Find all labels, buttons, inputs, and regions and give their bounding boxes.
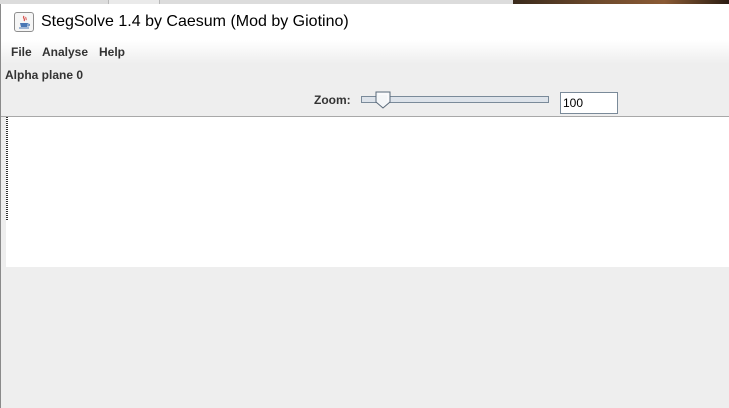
image-canvas[interactable] [6, 117, 729, 267]
zoom-label: Zoom: [314, 93, 351, 107]
empty-panel-area [6, 267, 729, 408]
java-cup-icon[interactable] [14, 12, 34, 32]
menu-help[interactable]: Help [99, 45, 125, 59]
zoom-slider[interactable] [361, 90, 549, 110]
menu-bar: File Analyse Help [1, 40, 729, 64]
zoom-value-field[interactable] [560, 92, 618, 114]
menu-analyse[interactable]: Analyse [42, 45, 88, 59]
image-content-strip [6, 117, 8, 221]
title-bar[interactable]: StegSolve 1.4 by Caesum (Mod by Giotino) [1, 4, 729, 40]
window-title: StegSolve 1.4 by Caesum (Mod by Giotino) [41, 13, 349, 30]
plane-label: Alpha plane 0 [5, 68, 84, 82]
zoom-slider-thumb[interactable] [374, 90, 392, 110]
stegsolve-window: StegSolve 1.4 by Caesum (Mod by Giotino)… [0, 4, 729, 408]
menu-file[interactable]: File [11, 45, 32, 59]
